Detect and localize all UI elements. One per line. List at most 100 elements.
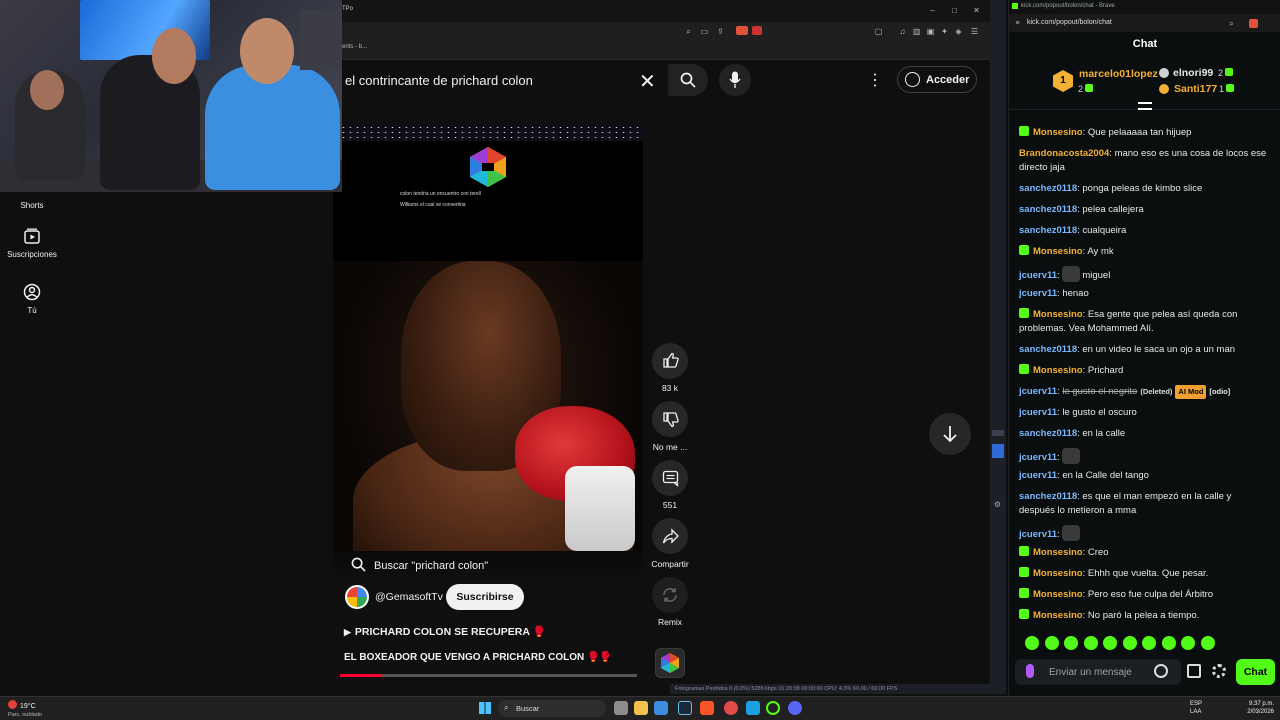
chat-message[interactable]: Monsesino: Pero eso fue culpa del Árbitr… xyxy=(1019,588,1269,602)
share-button[interactable] xyxy=(652,518,688,554)
sign-in-button[interactable]: Acceder xyxy=(897,66,977,93)
chat-message[interactable]: jcuerv11: le gusto el negrito (Deleted) AI… xyxy=(1019,385,1269,399)
chat-username[interactable]: Monsesino xyxy=(1033,309,1083,320)
quick-emote-icon[interactable] xyxy=(1064,636,1078,650)
chat-username[interactable]: sanchez0118 xyxy=(1019,225,1077,236)
chat-tab-title[interactable]: kick.com/popout/bolon/chat - Brave xyxy=(1021,3,1115,9)
chat-username[interactable]: sanchez0118 xyxy=(1019,428,1077,439)
chat-message[interactable]: Brandonacosta2004: mano eso es una cosa … xyxy=(1019,147,1269,175)
chat-message[interactable]: Monsesino: Que pelaaaaa tan hijuep xyxy=(1019,126,1269,140)
chat-message[interactable]: Monsesino: Ay mk xyxy=(1019,245,1269,259)
leaderboard-user[interactable]: elnori99 xyxy=(1173,67,1213,79)
leaderboard-user[interactable]: Santi177 xyxy=(1174,83,1217,95)
chat-username[interactable]: jcuerv11 xyxy=(1019,270,1057,281)
quick-emote-icon[interactable] xyxy=(1083,636,1098,650)
related-search-chip[interactable]: Buscar "prichard colon" xyxy=(333,551,643,578)
microphone-icon[interactable] xyxy=(1026,664,1034,678)
chat-username[interactable]: jcuerv11 xyxy=(1019,470,1057,481)
discord-icon[interactable] xyxy=(788,701,802,715)
share-page-icon[interactable]: ⇪ xyxy=(716,27,725,36)
taskbar-search[interactable]: ⌕ Buscar xyxy=(498,700,606,717)
brave-shield-icon[interactable] xyxy=(736,26,748,35)
chat-message[interactable]: sanchez0118: pelea callejera xyxy=(1019,203,1269,217)
chat-username[interactable]: jcuerv11 xyxy=(1019,288,1057,299)
quick-emote-icon[interactable] xyxy=(1142,636,1156,650)
brave-rewards-icon[interactable] xyxy=(752,26,762,35)
quick-emote-icon[interactable] xyxy=(1200,636,1215,650)
clear-search-icon[interactable]: ✕ xyxy=(639,69,656,94)
chat-message[interactable]: Monsesino: Creo xyxy=(1019,546,1269,560)
chat-username[interactable]: sanchez0118 xyxy=(1019,344,1077,355)
chat-message[interactable]: sanchez0118: en un video le saca un ojo … xyxy=(1019,343,1269,357)
chat-message[interactable]: Monsesino: Ehhh que vuelta. Que pesar. xyxy=(1019,567,1269,581)
channel-name[interactable]: @GemasoftTv xyxy=(375,591,443,603)
sidebar-toggle-icon[interactable]: ▢ xyxy=(874,27,883,36)
chat-username[interactable]: Monsesino xyxy=(1033,246,1083,257)
send-chat-button[interactable]: Chat xyxy=(1236,659,1275,685)
vpn-icon[interactable]: ◈ xyxy=(954,27,963,36)
sidebar-item-subscriptions[interactable]: Suscripciones xyxy=(0,227,64,259)
site-info-icon[interactable]: ≡ xyxy=(1013,19,1022,28)
brave-browser-icon[interactable] xyxy=(700,701,714,715)
obs-icon[interactable] xyxy=(766,701,780,715)
chat-message[interactable]: Monsesino: No paró la pelea a tiempo. xyxy=(1019,609,1269,623)
more-options-icon[interactable]: ⋮ xyxy=(866,70,884,90)
chat-username[interactable]: sanchez0118 xyxy=(1019,183,1077,194)
search-button[interactable] xyxy=(668,64,708,96)
chat-message[interactable]: jcuerv11: henao xyxy=(1019,287,1269,301)
sidebar-item-you[interactable]: Tú xyxy=(0,283,64,315)
maximize-icon[interactable]: □ xyxy=(950,6,959,15)
chat-username[interactable]: Monsesino xyxy=(1033,610,1083,621)
video-progress-bar[interactable] xyxy=(340,674,637,677)
chat-username[interactable]: Monsesino xyxy=(1033,365,1083,376)
chat-message[interactable]: Monsesino: Esa gente que pelea así queda… xyxy=(1019,308,1269,336)
chat-username[interactable]: Monsesino xyxy=(1033,547,1083,558)
task-view-icon[interactable] xyxy=(614,701,628,715)
remix-button[interactable] xyxy=(652,577,688,613)
dislike-button[interactable] xyxy=(652,401,688,437)
chat-message[interactable]: Monsesino: Prichard xyxy=(1019,364,1269,378)
quick-emote-icon[interactable] xyxy=(1025,636,1039,650)
chat-username[interactable]: sanchez0118 xyxy=(1019,491,1077,502)
obs-settings-icon[interactable]: ⚙ xyxy=(993,500,1002,509)
store-icon[interactable] xyxy=(654,701,668,715)
chat-username[interactable]: Brandonacosta2004 xyxy=(1019,148,1109,159)
app-icon[interactable] xyxy=(724,701,738,715)
file-explorer-icon[interactable] xyxy=(634,701,648,715)
chat-settings-icon[interactable] xyxy=(1212,664,1226,678)
quick-emote-icon[interactable] xyxy=(1161,636,1176,650)
chat-message[interactable]: sanchez0118: es que el man empezó en la … xyxy=(1019,490,1269,518)
gift-button-icon[interactable] xyxy=(1187,664,1201,678)
emoji-picker-icon[interactable] xyxy=(1154,664,1168,678)
like-button[interactable] xyxy=(652,343,688,379)
chat-username[interactable]: jcuerv11 xyxy=(1019,386,1057,397)
steam-icon[interactable] xyxy=(678,701,692,715)
chat-message[interactable]: sanchez0118: ponga peleas de kimbo slice xyxy=(1019,182,1269,196)
chat-url-text[interactable]: kick.com/popout/bolon/chat xyxy=(1027,19,1112,26)
tab-label[interactable]: TPo xyxy=(342,6,353,12)
next-video-button[interactable] xyxy=(929,413,971,455)
quick-emote-icon[interactable] xyxy=(1103,636,1117,650)
chat-username[interactable]: Monsesino xyxy=(1033,568,1083,579)
collapse-leaderboard-icon[interactable] xyxy=(1138,102,1152,110)
menu-icon[interactable]: ☰ xyxy=(970,27,979,36)
obs-selected-source[interactable] xyxy=(992,444,1004,458)
chat-message[interactable]: jcuerv11: miguel xyxy=(1019,266,1269,283)
quick-emote-icon[interactable] xyxy=(1181,636,1195,650)
video-title-link[interactable]: ▶ PRICHARD COLON SE RECUPERA 🥊 xyxy=(344,625,546,638)
chat-username[interactable]: Monsesino xyxy=(1033,589,1083,600)
leaderboard-user[interactable]: marcelo01lopez xyxy=(1079,68,1158,80)
wallet-icon[interactable]: ▣ xyxy=(926,27,935,36)
chat-username[interactable]: sanchez0118 xyxy=(1019,204,1077,215)
quick-emote-icon[interactable] xyxy=(1122,636,1137,650)
wifi-app-icon[interactable] xyxy=(746,701,760,715)
quick-emote-icon[interactable] xyxy=(1044,636,1059,650)
short-video-player[interactable]: colon tendria un encuentro con terell Wi… xyxy=(333,125,643,551)
chat-message[interactable]: jcuerv11: en la Calle del tango xyxy=(1019,469,1269,483)
chat-username[interactable]: Monsesino xyxy=(1033,127,1083,138)
chat-username[interactable]: jcuerv11 xyxy=(1019,529,1057,540)
zoom-icon[interactable]: ⌕ xyxy=(1227,19,1236,28)
chat-username[interactable]: jcuerv11 xyxy=(1019,407,1057,418)
brave-shield-icon[interactable] xyxy=(1249,19,1258,28)
extensions-icon[interactable]: ✦ xyxy=(940,27,949,36)
